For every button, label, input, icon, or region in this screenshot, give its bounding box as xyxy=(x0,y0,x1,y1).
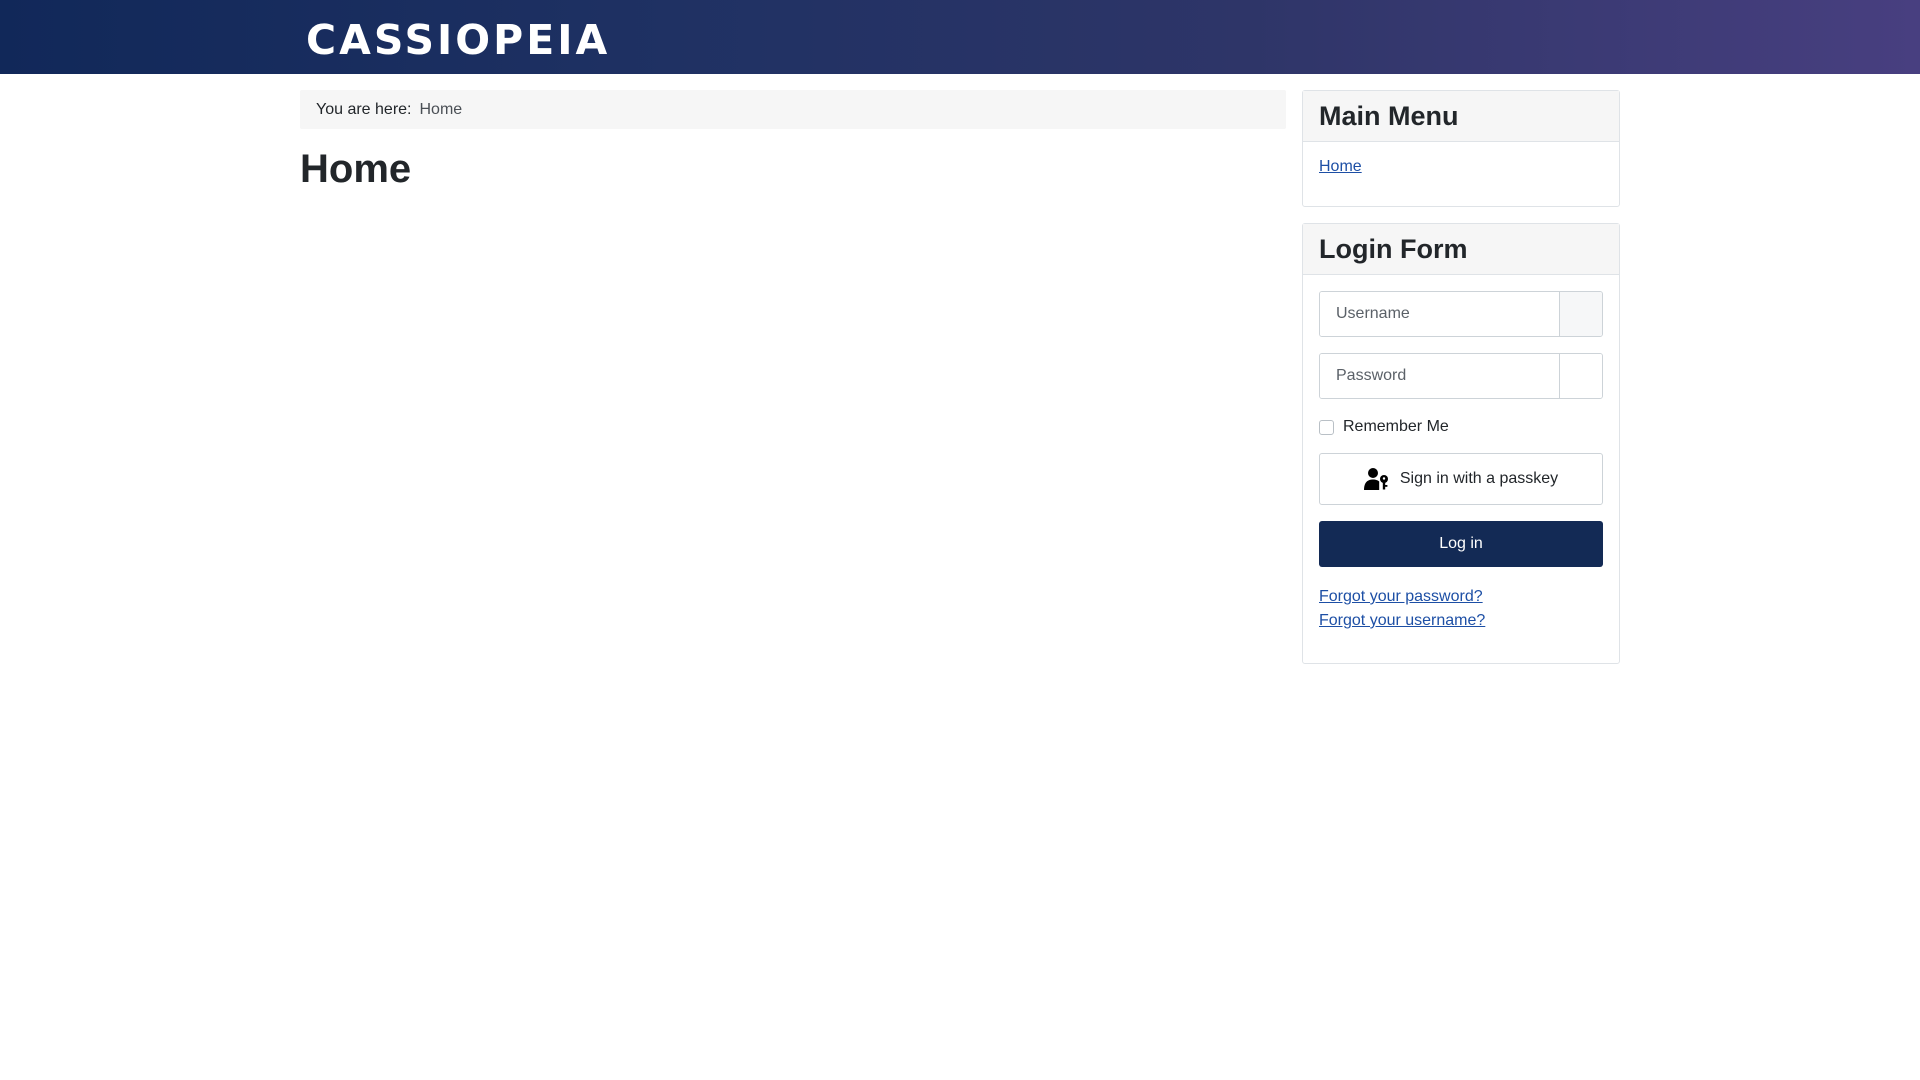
main-menu-item-home[interactable]: Home xyxy=(1319,158,1362,175)
passkey-button[interactable]: Sign in with a passkey xyxy=(1319,453,1603,505)
password-toggle-button[interactable] xyxy=(1559,354,1602,398)
password-field-group xyxy=(1319,353,1603,399)
forgot-password-link[interactable]: Forgot your password? xyxy=(1319,585,1603,609)
page-title: Home xyxy=(300,147,412,191)
breadcrumb-current: Home xyxy=(419,100,463,118)
login-form-body: Remember Me Sign in with a passkey Log i… xyxy=(1303,275,1619,649)
login-form-title: Login Form xyxy=(1303,224,1619,275)
remember-me-label: Remember Me xyxy=(1343,418,1449,435)
username-input[interactable] xyxy=(1320,292,1559,336)
login-links: Forgot your password? Forgot your userna… xyxy=(1319,585,1603,633)
main-menu-body: Home xyxy=(1303,142,1619,192)
password-input[interactable] xyxy=(1320,354,1559,398)
main-menu-title: Main Menu xyxy=(1303,91,1619,142)
remember-me-checkbox[interactable] xyxy=(1319,419,1334,435)
login-button[interactable]: Log in xyxy=(1319,521,1603,567)
main-menu-module: Main Menu Home xyxy=(1302,90,1620,207)
breadcrumb: You are here: Home xyxy=(300,90,1286,129)
remember-me-row[interactable]: Remember Me xyxy=(1319,415,1603,439)
username-field-group xyxy=(1319,291,1603,337)
login-form-module: Login Form Remember Me Sign in with a pa… xyxy=(1302,223,1620,664)
username-addon xyxy=(1559,292,1602,336)
passkey-button-label: Sign in with a passkey xyxy=(1399,470,1559,487)
breadcrumb-label: You are here: xyxy=(316,100,412,118)
forgot-username-link[interactable]: Forgot your username? xyxy=(1319,609,1603,633)
brand-logo[interactable]: CASSIOPEIA xyxy=(306,16,610,64)
user-key-icon xyxy=(1363,468,1388,490)
site-header: CASSIOPEIA xyxy=(0,0,1920,74)
